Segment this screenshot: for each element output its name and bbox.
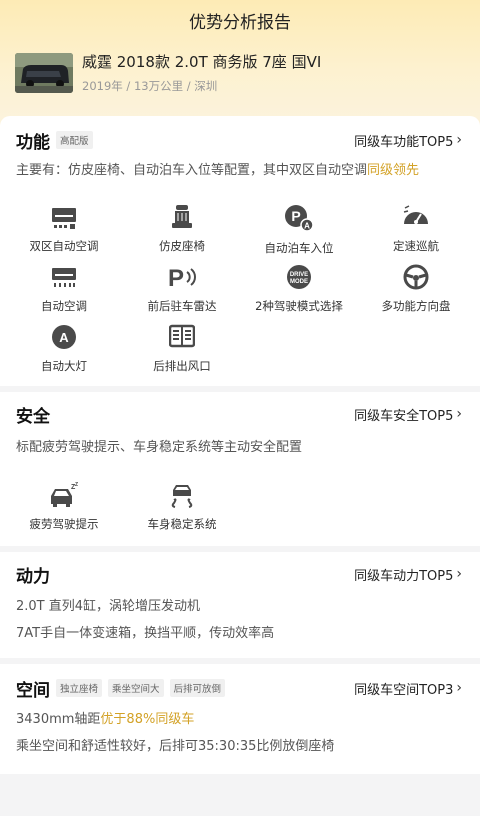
feature-label: 前后驻车雷达 [147,299,217,313]
drive-mode-icon: DRIVE MODE [287,265,311,289]
power-section: 动力 同级车动力TOP5 › 2.0T 直列4缸，涡轮增压发动机 7AT手自一体… [0,552,480,658]
car-meta: 2019年 / 13万公里 / 深圳 [82,79,218,93]
feature-steering-wheel: 多功能方向盘 [356,264,476,314]
space-tag: 独立座椅 [56,679,103,697]
feature-label: 疲劳驾驶提示 [29,517,99,531]
section-title: 空间 [16,680,50,701]
seating-description: 乘坐空间和舒适性较好，后排可35:30:35比例放倒座椅 [16,739,335,754]
seat-icon [172,205,192,228]
section-title: 动力 [16,566,50,587]
function-description: 主要有：仿皮座椅、自动泊车入位等配置，其中双区自动空调同级领先 [16,162,468,180]
power-top5-link[interactable]: 同级车动力TOP5 › [354,565,462,584]
top-link-label: 同级车功能TOP5 [354,134,454,150]
feature-seat: 仿皮座椅 [122,204,242,254]
auto-headlight-icon: A [52,325,76,349]
space-section: 空间 独立座椅 乘坐空间大 后排可放倒 同级车空间TOP3 › 3430mm轴距… [0,664,480,774]
cruise-icon [403,205,428,224]
feature-drive-mode: DRIVE MODE 2种驾驶模式选择 [239,264,359,314]
svg-text:A: A [59,330,69,345]
section-title: 功能 [16,132,50,153]
feature-auto-headlight: A 自动大灯 [4,324,124,374]
fatigue-warning-icon: Z Z [51,482,78,507]
space-tag: 乘坐空间大 [108,679,164,697]
top-link-label: 同级车动力TOP5 [354,568,454,584]
feature-cruise: 定速巡航 [356,204,476,254]
feature-label: 后排出风口 [153,359,211,373]
feature-label: 自动泊车入位 [264,241,334,255]
top-link-label: 同级车空间TOP3 [354,682,454,698]
feature-dual-ac: 双区自动空调 [4,204,124,254]
space-tag: 后排可放倒 [169,679,226,697]
ac-dual-icon [52,208,76,229]
section-title: 安全 [16,406,50,427]
car-summary[interactable]: 威霆 2018款 2.0T 商务版 7座 国VI 2019年 / 13万公里 /… [15,51,321,94]
ac-icon [52,268,76,287]
steering-wheel-icon [403,264,429,290]
feature-label: 自动大灯 [41,359,87,373]
function-section: 功能 高配版 同级车功能TOP5 › 主要有：仿皮座椅、自动泊车入位等配置，其中… [0,116,480,386]
wheelbase-text: 3430mm轴距 [16,712,101,727]
transmission-description: 7AT手自一体变速箱，换挡平顺，传动效率高 [16,626,275,641]
auto-park-icon: P A [285,205,314,232]
feature-auto-ac: 自动空调 [4,264,124,314]
config-level-badge: 高配版 [56,131,93,149]
svg-text:A: A [304,222,310,231]
feature-parking-radar: P 前后驻车雷达 [122,264,242,314]
feature-label: 车身稳定系统 [147,517,217,531]
desc-text: 主要有：仿皮座椅、自动泊车入位等配置，其中双区自动空调 [16,163,368,178]
feature-label: 自动空调 [41,299,87,313]
wheelbase-highlight: 优于88%同级车 [100,712,195,727]
svg-text:P: P [168,265,184,290]
feature-label: 双区自动空调 [29,239,99,253]
rear-vent-icon [169,324,195,348]
svg-text:MODE: MODE [290,279,308,285]
parking-radar-icon: P [168,265,196,290]
feature-rear-vent: 后排出风口 [122,324,242,374]
feature-fatigue-warning: Z Z 疲劳驾驶提示 [4,482,124,532]
feature-label: 仿皮座椅 [159,239,205,253]
top-link-label: 同级车安全TOP5 [354,408,454,424]
desc-highlight: 同级领先 [367,163,420,178]
car-name: 威霆 2018款 2.0T 商务版 7座 国VI [82,53,322,71]
safety-description: 标配疲劳驾驶提示、车身稳定系统等主动安全配置 [16,440,303,455]
svg-text:Z: Z [75,482,78,488]
chevron-right-icon: › [456,566,462,582]
function-top5-link[interactable]: 同级车功能TOP5 › [354,131,462,150]
space-top3-link[interactable]: 同级车空间TOP3 › [354,679,462,698]
page-title: 优势分析报告 [189,13,291,33]
wheelbase-description: 3430mm轴距优于88%同级车 [16,711,468,729]
chevron-right-icon: › [456,680,462,696]
feature-auto-park: P A 自动泊车入位 [239,204,359,256]
chevron-right-icon: › [456,132,462,148]
car-thumbnail [15,52,73,93]
feature-label: 2种驾驶模式选择 [255,299,343,313]
feature-label: 定速巡航 [393,239,439,253]
svg-text:P: P [291,208,300,224]
engine-description: 2.0T 直列4缸，涡轮增压发动机 [16,599,201,614]
stability-control-icon [171,485,193,508]
safety-section: 安全 同级车安全TOP5 › 标配疲劳驾驶提示、车身稳定系统等主动安全配置 Z … [0,392,480,546]
svg-text:DRIVE: DRIVE [290,272,308,278]
chevron-right-icon: › [456,406,462,422]
feature-stability-control: 车身稳定系统 [122,482,242,532]
feature-label: 多功能方向盘 [381,299,451,313]
safety-top5-link[interactable]: 同级车安全TOP5 › [354,405,462,424]
